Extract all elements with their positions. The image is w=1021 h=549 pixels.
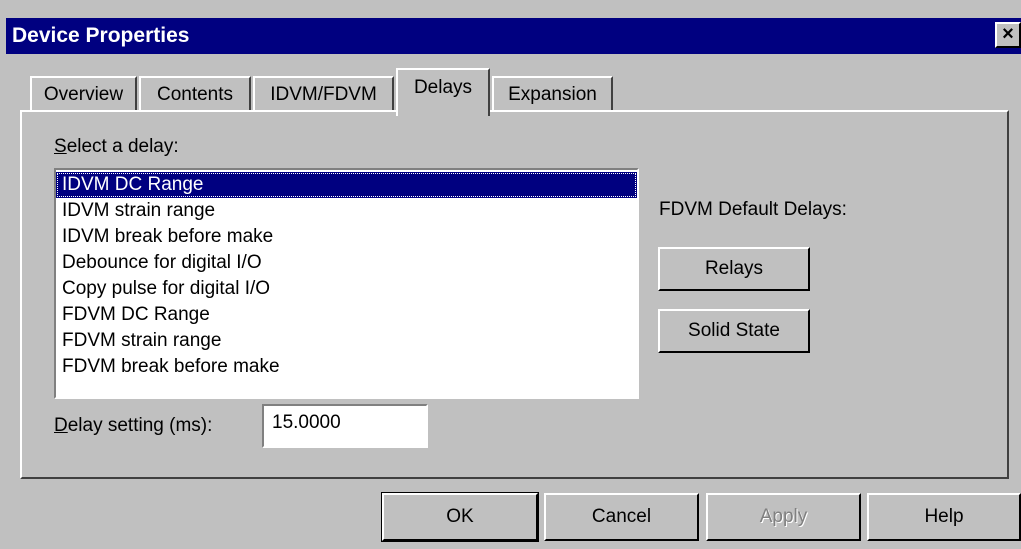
list-item[interactable]: Debounce for digital I/O bbox=[56, 250, 637, 276]
tab-label: Overview bbox=[43, 84, 124, 105]
tab-expansion[interactable]: Expansion bbox=[492, 76, 613, 112]
tab-label: Expansion bbox=[508, 84, 597, 105]
ok-button[interactable]: OK bbox=[381, 492, 539, 542]
apply-button[interactable]: Apply bbox=[706, 493, 861, 541]
title-bar[interactable]: Device Properties × bbox=[6, 18, 1021, 54]
tab-idvm-fdvm[interactable]: IDVM/FDVM bbox=[253, 76, 394, 112]
close-button[interactable]: × bbox=[995, 22, 1021, 48]
list-item[interactable]: Copy pulse for digital I/O bbox=[56, 276, 637, 302]
button-label: Help bbox=[924, 506, 964, 527]
list-item[interactable]: FDVM strain range bbox=[56, 328, 637, 354]
button-label: Apply bbox=[759, 506, 808, 527]
list-item[interactable]: IDVM break before make bbox=[56, 224, 637, 250]
button-label: OK bbox=[446, 506, 474, 527]
button-label: Cancel bbox=[591, 506, 652, 527]
list-item[interactable]: FDVM DC Range bbox=[56, 302, 637, 328]
window-title: Device Properties bbox=[12, 24, 190, 47]
close-icon: × bbox=[1002, 23, 1014, 45]
device-properties-dialog: Device Properties × Overview Contents ID… bbox=[0, 0, 1021, 549]
tab-delays[interactable]: Delays bbox=[396, 68, 490, 116]
fdvm-default-delays-label: FDVM Default Delays: bbox=[659, 199, 847, 220]
delay-listbox[interactable]: IDVM DC Range IDVM strain range IDVM bre… bbox=[54, 168, 639, 399]
delay-setting-field[interactable]: 15.0000 bbox=[262, 404, 428, 448]
delay-setting-label: Delay setting (ms): bbox=[54, 415, 213, 436]
list-item[interactable]: FDVM break before make bbox=[56, 354, 637, 380]
list-item[interactable]: IDVM DC Range bbox=[56, 172, 637, 198]
tab-label: Delays bbox=[413, 77, 473, 98]
tab-label: IDVM/FDVM bbox=[270, 84, 377, 105]
tab-label: Contents bbox=[156, 84, 234, 105]
cancel-button[interactable]: Cancel bbox=[544, 493, 699, 541]
solid-state-button[interactable]: Solid State bbox=[658, 309, 810, 353]
tab-contents[interactable]: Contents bbox=[139, 76, 251, 112]
button-label: Solid State bbox=[688, 320, 780, 341]
tab-overview[interactable]: Overview bbox=[30, 76, 137, 112]
button-label: Relays bbox=[704, 258, 764, 279]
select-delay-label: Select a delay: bbox=[54, 136, 179, 157]
list-item[interactable]: IDVM strain range bbox=[56, 198, 637, 224]
help-button[interactable]: Help bbox=[867, 493, 1021, 541]
relays-button[interactable]: Relays bbox=[658, 247, 810, 291]
